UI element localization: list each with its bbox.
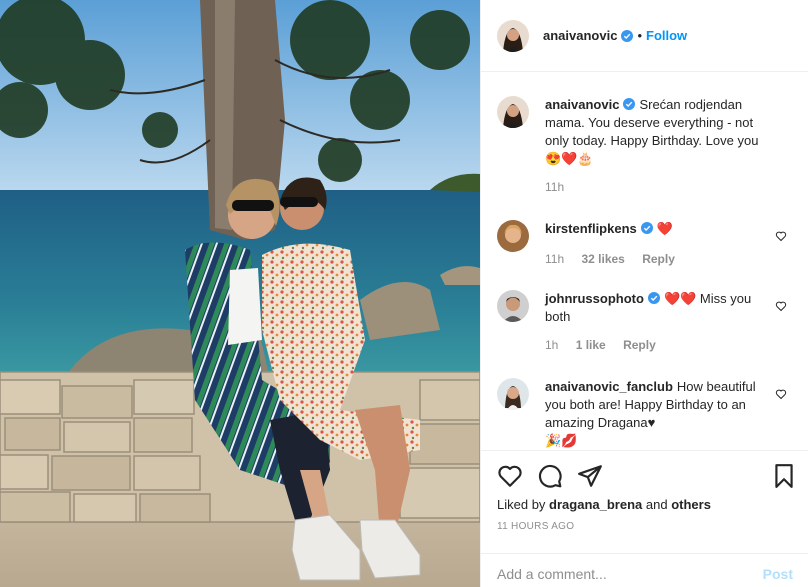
commenter-avatar[interactable] <box>497 96 529 128</box>
add-comment-input[interactable] <box>497 559 763 582</box>
comment-icon[interactable] <box>537 463 563 489</box>
author-avatar-image <box>497 19 529 52</box>
liked-by-prefix: Liked by <box>497 497 546 512</box>
comment-emoji: 😍❤️🎂 <box>545 151 594 166</box>
heart-icon[interactable] <box>497 463 523 489</box>
comment-item: anaivanovic_fanclub How beautiful you bot… <box>497 378 793 450</box>
caption-comment: anaivanovic Srećan rodjendan mama. You de… <box>497 96 793 194</box>
post-photo-image <box>0 0 480 587</box>
commenter-avatar[interactable] <box>497 378 529 410</box>
comment-like-heart-icon[interactable] <box>775 230 787 242</box>
commenter-avatar-image <box>497 220 529 252</box>
liked-by-user[interactable]: dragana_brena <box>549 497 642 512</box>
post-comment-button[interactable]: Post <box>763 560 793 582</box>
comment-body: anaivanovic Srećan rodjendan mama. You de… <box>545 96 763 168</box>
verified-badge-icon <box>640 222 653 234</box>
verified-badge-icon <box>621 29 634 42</box>
comment-time[interactable]: 11h <box>545 180 564 194</box>
comment-likes[interactable]: 1 like <box>576 338 606 352</box>
liked-by: Liked by dragana_brena and others <box>497 497 711 512</box>
verified-badge-icon <box>647 292 660 304</box>
instagram-post: anaivanovic • Follow anaivanovic Srećan … <box>0 0 808 587</box>
liked-by-others[interactable]: others <box>671 497 711 512</box>
comment-like-heart-icon[interactable] <box>775 300 787 312</box>
commenter-avatar-image <box>497 290 529 322</box>
comment-body: kirstenflipkens ❤️ <box>545 220 763 238</box>
liked-by-and: and <box>645 497 668 512</box>
post-actions <box>481 450 808 501</box>
comment-time[interactable]: 11h <box>545 252 564 266</box>
comment-like-heart-icon[interactable] <box>775 388 787 400</box>
comment-body: johnrussophoto ❤️❤️ Miss you both <box>545 290 763 326</box>
separator-dot: • <box>637 28 642 43</box>
verified-badge-icon <box>623 98 636 110</box>
add-comment-bar: Post <box>481 553 808 587</box>
comment-time[interactable]: 1h <box>545 338 558 352</box>
post-timestamp[interactable]: 11 HOURS AGO <box>497 521 574 532</box>
commenter-avatar[interactable] <box>497 290 529 322</box>
action-icons <box>481 451 808 501</box>
comment-emoji: 🎉💋 <box>545 433 578 448</box>
comment-meta: 1h 1 like Reply <box>545 338 763 352</box>
comment-username[interactable]: anaivanovic <box>545 97 619 112</box>
post-side-panel: anaivanovic • Follow anaivanovic Srećan … <box>480 0 808 587</box>
reply-button[interactable]: Reply <box>642 252 675 266</box>
comment-body: anaivanovic_fanclub How beautiful you bot… <box>545 378 763 450</box>
share-icon[interactable] <box>577 463 603 489</box>
commenter-avatar-image <box>497 96 529 128</box>
comment-likes[interactable]: 32 likes <box>581 252 624 266</box>
bookmark-icon[interactable] <box>771 463 797 489</box>
comment-meta: 11h <box>545 180 763 194</box>
reply-button[interactable]: Reply <box>623 338 656 352</box>
commenter-avatar[interactable] <box>497 220 529 252</box>
comment-emoji: ❤️ <box>656 221 673 236</box>
comments-list[interactable]: anaivanovic Srećan rodjendan mama. You de… <box>481 72 808 450</box>
author-username[interactable]: anaivanovic <box>543 28 617 43</box>
comment-username[interactable]: kirstenflipkens <box>545 221 637 236</box>
comment-item: kirstenflipkens ❤️ 11h 32 likes Reply <box>497 220 793 266</box>
comment-meta: 11h 32 likes Reply <box>545 252 763 266</box>
post-header: anaivanovic • Follow <box>481 0 808 72</box>
comment-username[interactable]: anaivanovic_fanclub <box>545 379 673 394</box>
comment-username[interactable]: johnrussophoto <box>545 291 644 306</box>
post-photo[interactable] <box>0 0 480 587</box>
comment-item: johnrussophoto ❤️❤️ Miss you both 1h 1 li… <box>497 290 793 352</box>
commenter-avatar-image <box>497 378 529 410</box>
author-avatar[interactable] <box>497 19 529 52</box>
follow-button[interactable]: Follow <box>646 28 687 43</box>
